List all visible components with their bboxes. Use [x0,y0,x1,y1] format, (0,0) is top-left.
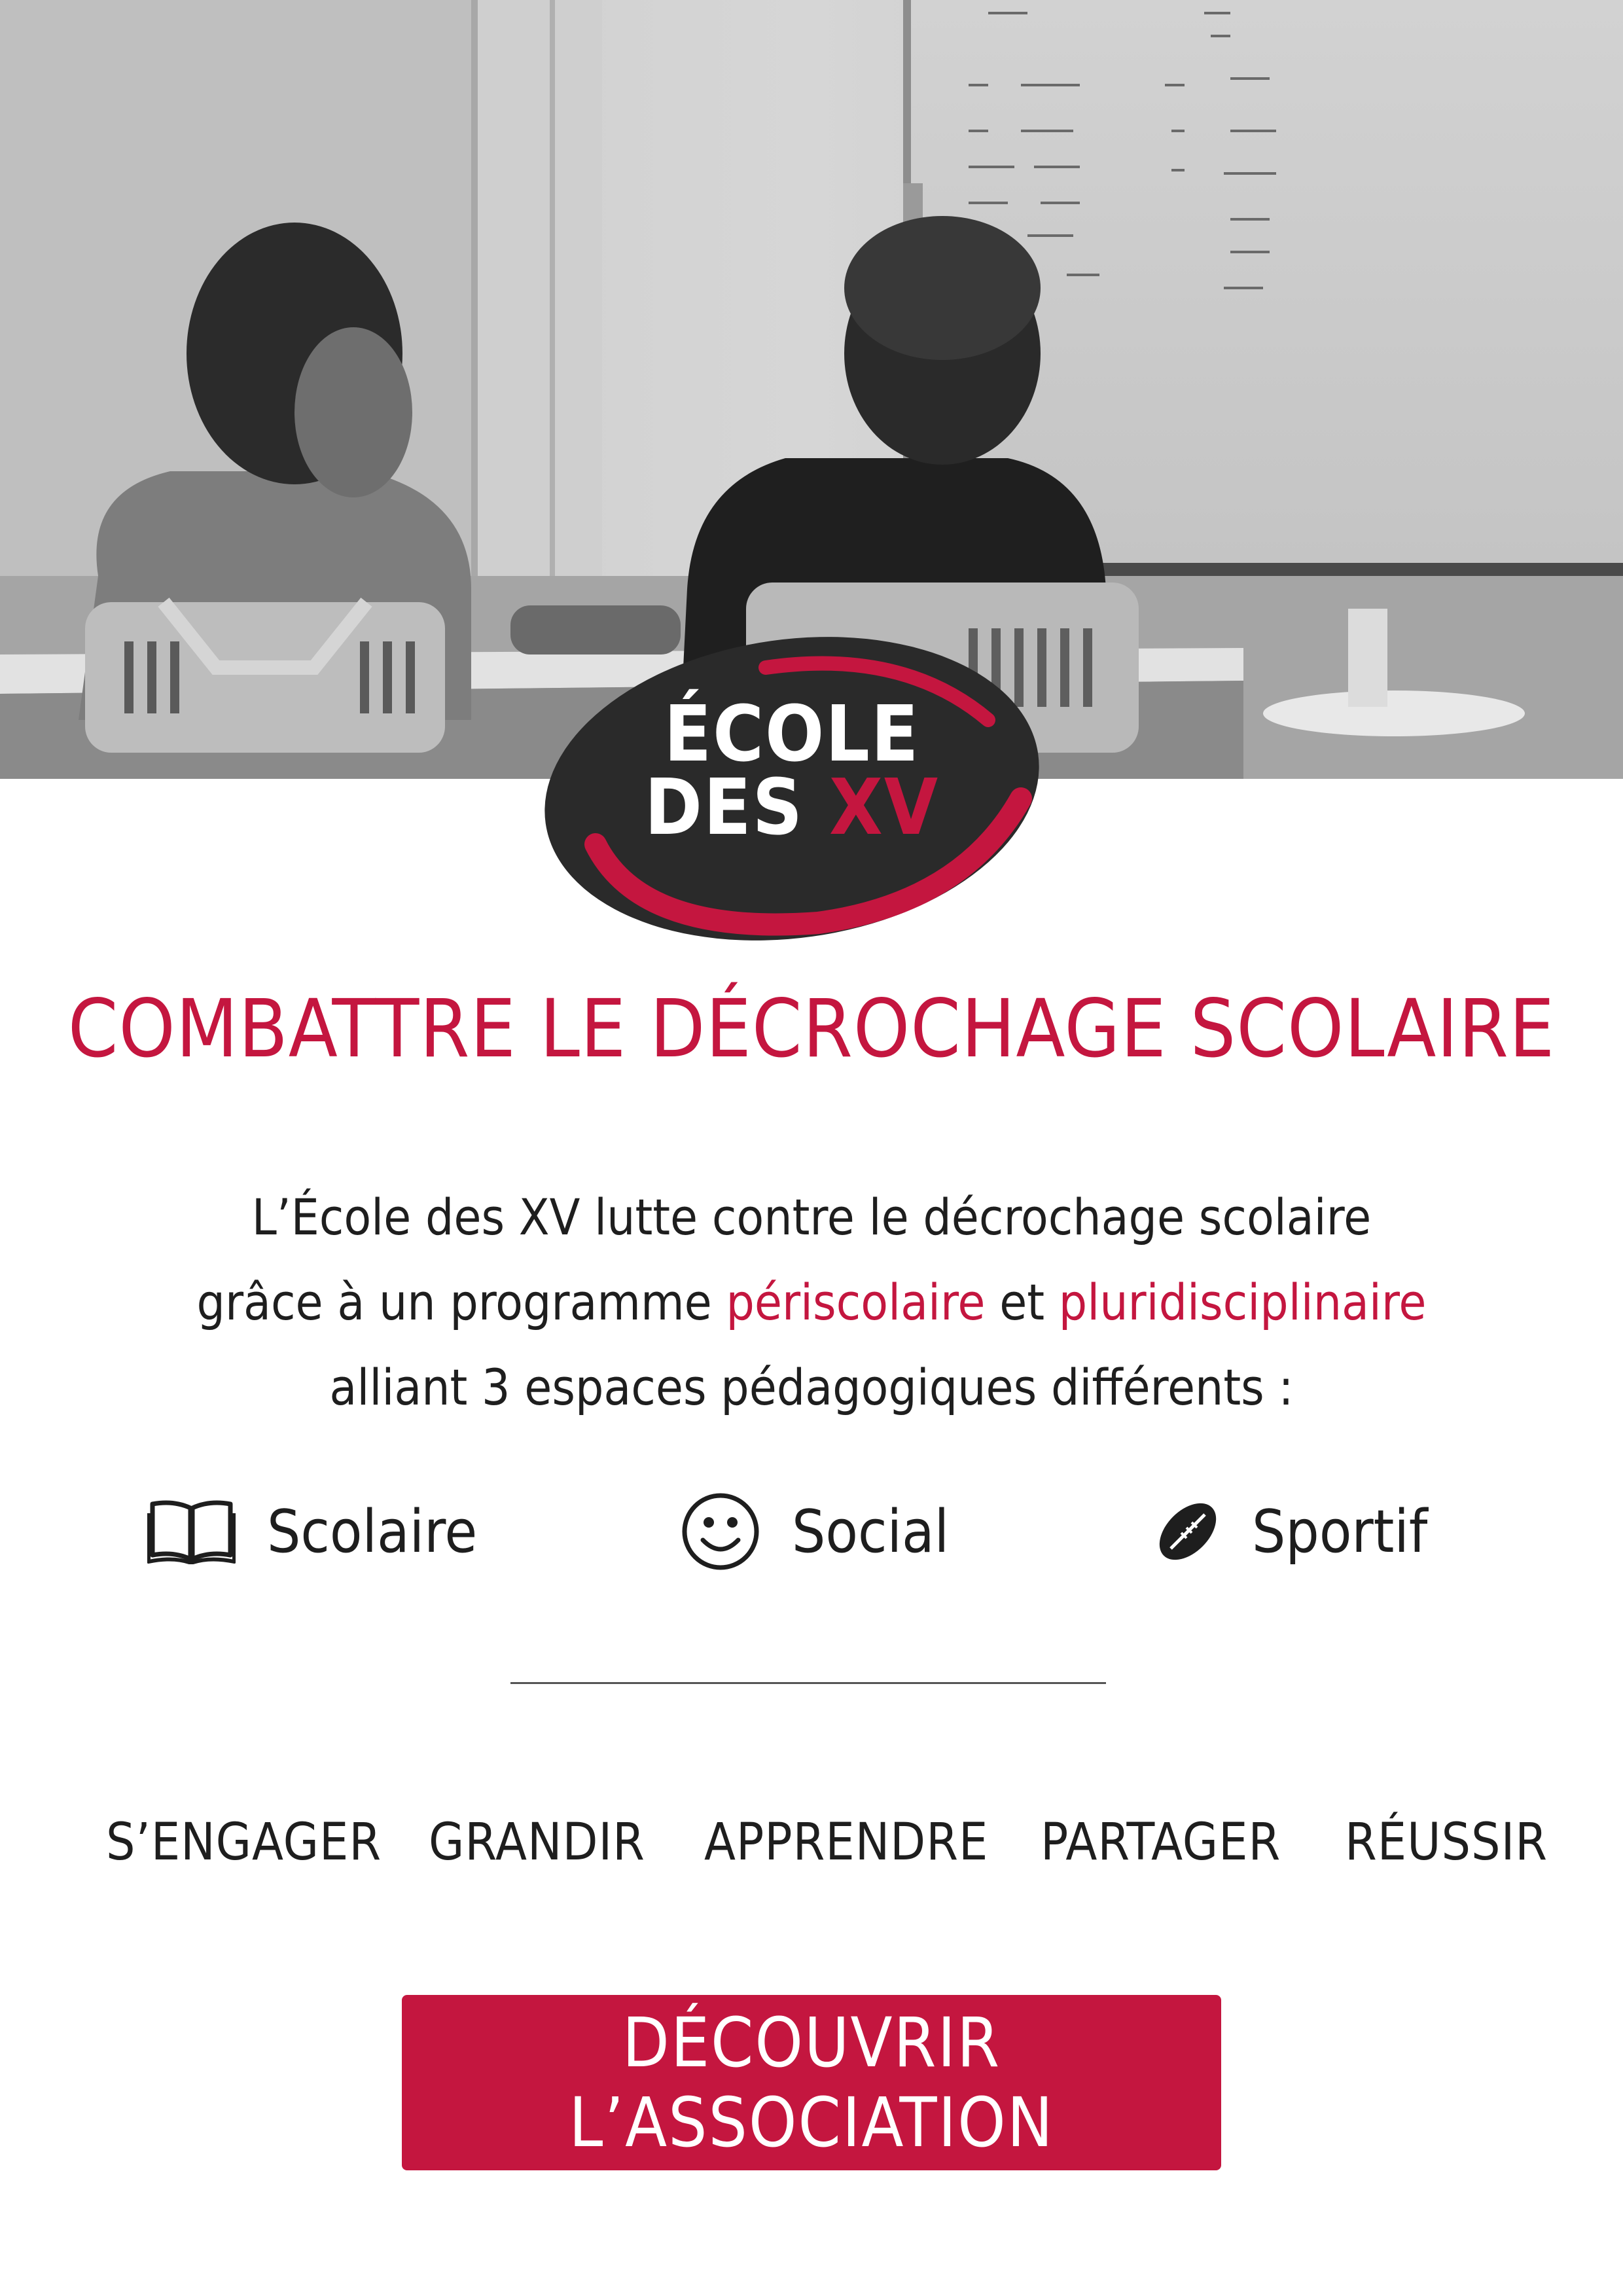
highlight-periscolaire: périscolaire [726,1273,986,1331]
intro-line-1: L’École des XV lutte contre le décrochag… [251,1188,1372,1246]
value-apprendre: APPRENDRE [704,1813,989,1872]
intro-paragraph: L’École des XV lutte contre le décrochag… [0,1175,1623,1430]
page-title: COMBATTRE LE DÉCROCHAGE SCOLAIRE [67,982,1556,1075]
space-scolaire: Scolaire [147,1486,477,1577]
intro-line-2-start: grâce à un programme [196,1273,712,1331]
section-divider [510,1682,1106,1684]
value-reussir: RÉUSSIR [1345,1813,1548,1872]
ecole-des-xv-logo: ÉCOLE DES XV [537,628,1047,946]
value-grandir: GRANDIR [429,1813,645,1872]
intro-line-3: alliant 3 espaces pédagogiques différent… [329,1358,1294,1416]
intro-line-2-mid: et [999,1273,1045,1331]
rugby-ball-icon [1159,1503,1217,1560]
space-label-sportif: Sportif [1252,1497,1428,1566]
space-social: Social [681,1486,949,1577]
space-sportif: Sportif [1155,1486,1427,1577]
logo-wordmark: ÉCOLE DES XV [537,689,1047,846]
value-partager: PARTAGER [1041,1813,1281,1872]
book-icon [147,1500,236,1564]
value-sengager: S’ENGAGER [106,1813,382,1872]
highlight-pluridisciplinaire: pluridisciplinaire [1058,1273,1427,1331]
smiley-icon [682,1493,759,1570]
discover-association-button[interactable]: DÉCOUVRIR L’ASSOCIATION [402,1995,1221,2170]
intro-line-2: grâce à un programme périscolaire et plu… [0,1260,1623,1345]
space-label-social: Social [792,1497,950,1566]
space-label-scolaire: Scolaire [267,1497,478,1566]
logo-line-ecole: ÉCOLE [664,689,920,779]
logo-xv: XV [829,762,940,852]
logo-des: DES [644,762,804,852]
values-row: S’ENGAGER GRANDIR APPRENDRE PARTAGER RÉU… [0,1813,1623,1885]
logo-line-des-xv: DES XV [537,768,1047,846]
